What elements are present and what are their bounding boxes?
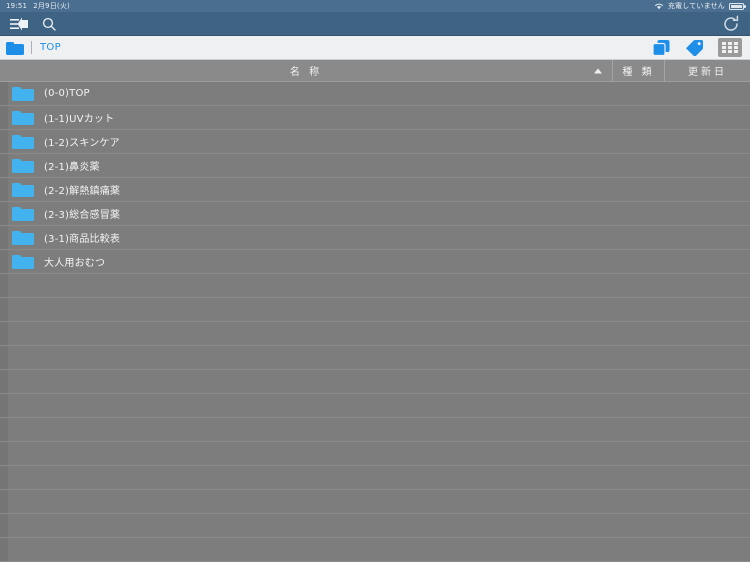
folder-icon <box>12 206 34 222</box>
row-gutter <box>0 370 8 393</box>
file-list-row[interactable]: (2-2)解熱鎮痛薬 <box>0 178 750 202</box>
folder-icon <box>12 182 34 198</box>
file-name-label: (2-2)解熱鎮痛薬 <box>44 186 121 197</box>
row-gutter <box>0 322 8 345</box>
battery-status-label: 充電していません <box>667 2 725 10</box>
file-name-label: (1-1)UVカット <box>44 114 115 125</box>
file-list-empty-row <box>0 322 750 346</box>
menu-collapse-icon[interactable] <box>10 17 32 31</box>
column-header-name-label: 名 称 <box>289 67 323 78</box>
file-name-label: (2-3)総合感冒薬 <box>44 210 121 221</box>
grid-view-icon[interactable] <box>718 38 742 57</box>
column-header-row: 名 称 種 類 更新日 <box>0 60 750 82</box>
file-list-empty-row <box>0 490 750 514</box>
file-list-row[interactable]: (1-1)UVカット <box>0 106 750 130</box>
breadcrumb-actions <box>652 38 744 57</box>
battery-icon <box>729 2 746 10</box>
status-bar-right: 充電していません <box>654 1 746 11</box>
breadcrumb-bar: TOP <box>0 36 750 60</box>
breadcrumb-separator <box>31 41 32 54</box>
row-gutter <box>0 466 8 489</box>
file-list-row[interactable]: (1-2)スキンケア <box>0 130 750 154</box>
row-gutter <box>0 250 8 273</box>
file-list-empty-row <box>0 274 750 298</box>
row-gutter <box>0 106 8 129</box>
row-gutter <box>0 418 8 441</box>
column-header-type[interactable]: 種 類 <box>612 60 664 81</box>
wifi-icon <box>654 3 663 10</box>
row-gutter <box>0 346 8 369</box>
file-list-empty-row <box>0 538 750 562</box>
refresh-icon[interactable] <box>722 14 740 33</box>
file-list-empty-row <box>0 394 750 418</box>
status-bar: 19:51 2月9日(火) 充電していません <box>0 0 750 12</box>
file-list-empty-row <box>0 514 750 538</box>
row-gutter <box>0 514 8 537</box>
file-list-row[interactable]: (3-1)商品比較表 <box>0 226 750 250</box>
column-header-updated-label: 更新日 <box>688 67 727 78</box>
folder-icon <box>12 134 34 150</box>
file-list-empty-row <box>0 370 750 394</box>
sort-ascending-icon <box>594 68 602 73</box>
status-date: 2月9日(火) <box>33 2 70 10</box>
file-list-row[interactable]: 大人用おむつ <box>0 250 750 274</box>
row-gutter <box>0 130 8 153</box>
file-list-empty-row <box>0 418 750 442</box>
column-header-updated[interactable]: 更新日 <box>664 60 750 81</box>
file-name-label: (1-2)スキンケア <box>44 138 120 149</box>
breadcrumb-path[interactable]: TOP <box>40 42 61 53</box>
file-name-label: 大人用おむつ <box>44 258 106 269</box>
status-time: 19:51 <box>6 2 28 10</box>
file-list-row[interactable]: (2-3)総合感冒薬 <box>0 202 750 226</box>
file-name-label: (0-0)TOP <box>44 88 90 99</box>
file-list-empty-row <box>0 466 750 490</box>
search-icon[interactable] <box>42 17 56 31</box>
row-gutter <box>0 442 8 465</box>
file-list-empty-row <box>0 298 750 322</box>
folder-icon <box>12 86 34 102</box>
copy-stack-icon[interactable] <box>652 39 671 57</box>
row-gutter <box>0 82 8 105</box>
row-gutter <box>0 178 8 201</box>
row-gutter <box>0 538 8 561</box>
row-gutter <box>0 490 8 513</box>
row-gutter <box>0 274 8 297</box>
row-gutter <box>0 154 8 177</box>
file-name-label: (3-1)商品比較表 <box>44 234 121 245</box>
file-list-empty-row <box>0 442 750 466</box>
nav-toolbar <box>0 12 750 36</box>
column-header-name[interactable]: 名 称 <box>0 60 612 81</box>
row-gutter <box>0 394 8 417</box>
file-list[interactable]: (0-0)TOP (1-1)UVカット (1-2)スキンケア (2-1)鼻炎薬 (2-2… <box>0 82 750 562</box>
folder-icon <box>12 230 34 246</box>
row-gutter <box>0 226 8 249</box>
status-bar-left: 19:51 2月9日(火) <box>6 1 70 11</box>
column-header-type-label: 種 類 <box>622 67 655 78</box>
folder-icon <box>12 254 34 270</box>
file-list-empty-row <box>0 346 750 370</box>
folder-icon <box>6 41 24 55</box>
row-gutter <box>0 298 8 321</box>
folder-icon <box>12 110 34 126</box>
file-list-row[interactable]: (2-1)鼻炎薬 <box>0 154 750 178</box>
nav-toolbar-right <box>722 14 740 33</box>
file-name-label: (2-1)鼻炎薬 <box>44 162 100 173</box>
row-gutter <box>0 202 8 225</box>
file-list-row[interactable]: (0-0)TOP <box>0 82 750 106</box>
tag-icon[interactable] <box>685 39 704 56</box>
nav-toolbar-left <box>10 17 56 31</box>
folder-icon <box>12 158 34 174</box>
